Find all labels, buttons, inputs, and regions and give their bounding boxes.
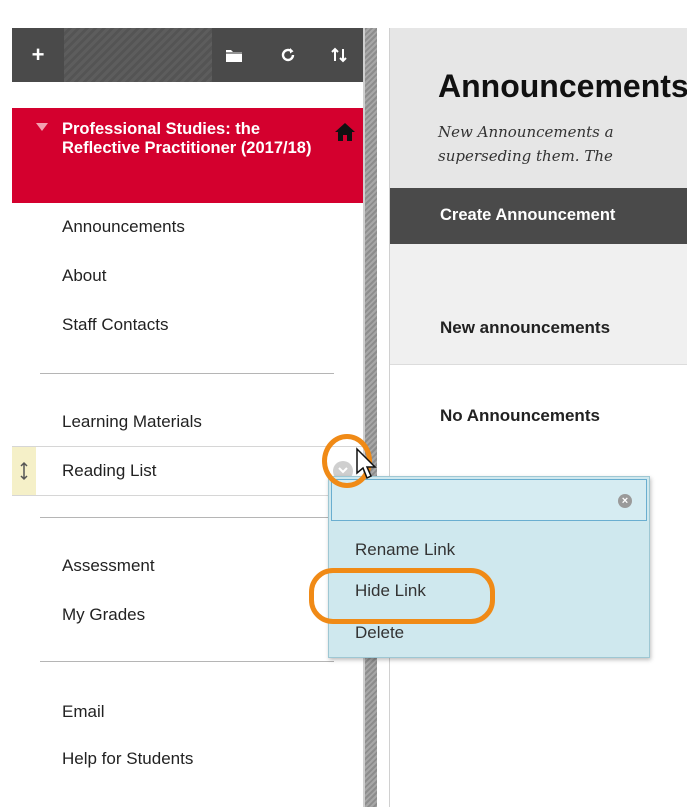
empty-message: No Announcements [440, 406, 600, 425]
menu-item-help-for-students[interactable]: Help for Students [62, 749, 193, 769]
course-menu-toolbar: + [12, 28, 364, 82]
menu-divider [40, 373, 334, 374]
rename-link-item[interactable]: Rename Link [355, 540, 455, 560]
menu-item-assessment[interactable]: Assessment [62, 556, 155, 576]
menu-item-about[interactable]: About [62, 266, 106, 286]
mouse-cursor-icon [356, 447, 377, 480]
add-menu-item-button[interactable]: + [12, 28, 64, 82]
filter-label[interactable]: New announcements [440, 318, 610, 338]
clear-icon[interactable]: × [618, 494, 632, 508]
delete-item[interactable]: Delete [355, 623, 404, 643]
menu-item-my-grades[interactable]: My Grades [62, 605, 145, 625]
panel-splitter[interactable] [365, 28, 377, 807]
home-icon[interactable] [334, 122, 356, 147]
course-title-text: Professional Studies: the Reflective Pra… [62, 120, 312, 157]
menu-divider [40, 661, 334, 662]
menu-item-reading-list[interactable]: Reading List [12, 446, 364, 496]
page-instructions: New Announcements a superseding them. Th… [438, 120, 687, 168]
menu-item-learning-materials[interactable]: Learning Materials [62, 412, 202, 432]
action-bar: Create Announcement [390, 188, 687, 244]
menu-divider [40, 517, 334, 518]
menu-item-staff-contacts[interactable]: Staff Contacts [62, 315, 168, 335]
drag-handle-icon[interactable] [12, 447, 36, 495]
refresh-icon[interactable] [268, 28, 308, 82]
reading-list-label: Reading List [62, 461, 157, 480]
instructions-line: New Announcements a [438, 123, 614, 141]
create-announcement-button[interactable]: Create Announcement [440, 206, 615, 225]
toolbar-stripe [64, 28, 212, 82]
filter-bar [390, 244, 687, 365]
page-title: Announcements [438, 68, 687, 104]
sort-icon[interactable] [319, 28, 359, 82]
course-title[interactable]: Professional Studies: the Reflective Pra… [12, 108, 364, 203]
instructions-line: superseding them. The [438, 147, 613, 165]
collapse-arrow-icon[interactable] [36, 123, 48, 131]
folder-icon[interactable] [214, 28, 254, 82]
menu-item-email[interactable]: Email [62, 702, 105, 722]
highlight-ring-hide-link [309, 568, 495, 624]
item-options-menu: × Rename Link Hide Link Delete [328, 476, 650, 658]
content-panel: Announcements New Announcements a supers… [389, 28, 687, 807]
menu-item-announcements[interactable]: Announcements [62, 217, 185, 237]
menu-search-input[interactable]: × [331, 479, 647, 521]
